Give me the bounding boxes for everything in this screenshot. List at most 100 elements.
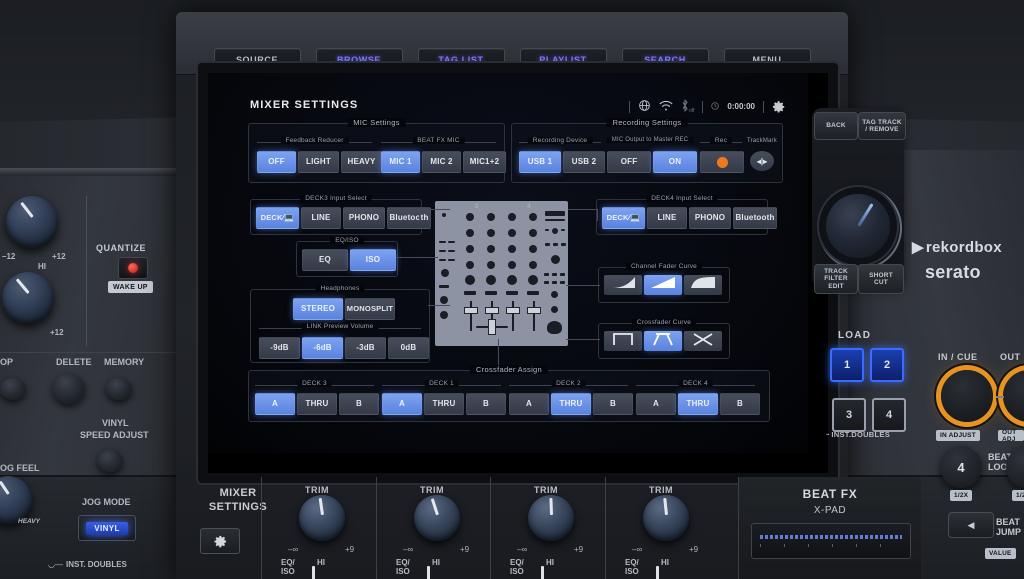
eq-knob-mid[interactable] <box>6 196 58 248</box>
quantize-button[interactable] <box>118 257 148 279</box>
channel-fader-curve-option-2[interactable] <box>684 275 722 295</box>
vinyl-mode-button[interactable]: VINYL <box>78 515 136 541</box>
link-preview-option--9db[interactable]: -9dB <box>259 337 300 359</box>
channel-fader-curve-option-1[interactable] <box>644 275 682 295</box>
eq-iso-option-iso[interactable]: ISO <box>350 249 396 271</box>
beat-fx-mic-buttons: MIC 1MIC 2MIC1+2 <box>381 151 506 173</box>
beat-jump-left-button[interactable]: ◀ <box>948 512 994 538</box>
rekordbox-label: rekordbox <box>926 239 1002 256</box>
inst-doubles-label: INST. DOUBLES <box>66 560 127 569</box>
rotary-selector-knob[interactable] <box>826 194 890 258</box>
crossfader-assign-deck-4: DECK 4ATHRUB <box>636 385 755 415</box>
recording-device-option-usb-1[interactable]: USB 1 <box>519 151 561 173</box>
hi-fader-3[interactable] <box>541 566 544 579</box>
deck3-input-option-bluetooth[interactable]: Bluetooth <box>387 207 431 229</box>
mixer-settings-button[interactable] <box>200 528 240 554</box>
beat-loop-knob[interactable]: 4 <box>940 446 982 488</box>
deck3-input-option-phono[interactable]: PHONO <box>343 207 385 229</box>
crossfader-assign-deck-1: DECK 1ATHRUB <box>382 385 501 415</box>
load-button-1[interactable]: 1 <box>830 348 864 382</box>
link-preview-option--3db[interactable]: -3dB <box>345 337 386 359</box>
link-preview-option-0db[interactable]: 0dB <box>388 337 429 359</box>
deck-label: DECK 3 <box>297 380 332 387</box>
xf-deck-3-b[interactable]: B <box>339 393 379 415</box>
link-preview-option--6db[interactable]: -6dB <box>302 337 343 359</box>
gear-icon[interactable] <box>772 100 786 114</box>
eq-knob-hi[interactable] <box>2 272 54 324</box>
crossfader-curve-option-1[interactable] <box>644 331 682 351</box>
load-button-4[interactable]: 4 <box>872 398 906 432</box>
xf-deck-2-thru[interactable]: THRU <box>551 393 591 415</box>
hi-fader-2[interactable] <box>427 566 430 579</box>
trim-knob-2[interactable] <box>414 495 460 541</box>
mic-output-option-off[interactable]: OFF <box>607 151 651 173</box>
load-button-2[interactable]: 2 <box>870 348 904 382</box>
hi-fader-1[interactable] <box>312 566 315 579</box>
xf-deck-3-a[interactable]: A <box>255 393 295 415</box>
short-cut-button[interactable]: SHORT CUT <box>858 264 904 294</box>
xf-deck-1-b[interactable]: B <box>466 393 506 415</box>
deck-label: DECK 1 <box>424 380 459 387</box>
deck4-input-option-line[interactable]: LINE <box>647 207 687 229</box>
trim-knob-4[interactable] <box>643 495 689 541</box>
deck3-buttons: DECK⁄💻LINEPHONOBluetooth <box>256 207 431 229</box>
link-preview-label: LINK Preview Volume <box>302 323 379 330</box>
xf-deck-4-thru[interactable]: THRU <box>678 393 718 415</box>
loop-button[interactable] <box>0 378 26 400</box>
tag-track-remove-button[interactable]: TAG TRACK / REMOVE <box>858 112 906 140</box>
crossfader-curve-option-2[interactable] <box>684 331 722 351</box>
xf-deck-1-thru[interactable]: THRU <box>424 393 464 415</box>
recording-device-option-usb-2[interactable]: USB 2 <box>563 151 605 173</box>
panel-divider <box>86 196 87 346</box>
load-button-3[interactable]: 3 <box>832 398 866 432</box>
hi-fader-4[interactable] <box>656 566 659 579</box>
loop-label: OP <box>0 357 13 367</box>
x-pad-touchstrip[interactable] <box>751 523 911 559</box>
inst-doubles-icon: ◡— <box>48 560 63 569</box>
eq-iso-option-eq[interactable]: EQ <box>302 249 348 271</box>
wake-up-label: WAKE UP <box>108 281 153 293</box>
trim-knob-3[interactable] <box>528 495 574 541</box>
deck4-input-option-phono[interactable]: PHONO <box>689 207 731 229</box>
deck4-input-option-bluetooth[interactable]: Bluetooth <box>733 207 777 229</box>
feedback-reducer-option-light[interactable]: LIGHT <box>298 151 339 173</box>
xf-deck-3-thru[interactable]: THRU <box>297 393 337 415</box>
beat-fx-mic-option-mic-1[interactable]: MIC 1 <box>381 151 420 173</box>
memory-button[interactable] <box>106 378 132 400</box>
in-cue-button[interactable] <box>941 370 993 422</box>
feedback-reducer-option-off[interactable]: OFF <box>257 151 296 173</box>
feedback-reducer-option-heavy[interactable]: HEAVY <box>341 151 382 173</box>
beat-fx-mic-option-mic-2[interactable]: MIC 2 <box>422 151 461 173</box>
rec-button[interactable] <box>700 151 744 173</box>
xf-deck-2-a[interactable]: A <box>509 393 549 415</box>
status-divider-3 <box>763 101 764 113</box>
trim-knob-1[interactable] <box>299 495 345 541</box>
xf-deck-4-a[interactable]: A <box>636 393 676 415</box>
back-button[interactable]: BACK <box>814 112 858 140</box>
xf-square-icon <box>612 332 634 351</box>
track-mark-button[interactable]: ◂|▸ <box>750 151 774 171</box>
deck3-input-option-line[interactable]: LINE <box>301 207 341 229</box>
xf-deck-1-a[interactable]: A <box>382 393 422 415</box>
wifi-icon <box>659 100 673 114</box>
deck4-input-option-deck[interactable]: DECK⁄💻 <box>602 207 645 229</box>
xf-deck-2-b[interactable]: B <box>593 393 633 415</box>
eq-iso-label-3: EQ/ISO <box>510 558 524 576</box>
beat-fx-section: BEAT FX X-PAD <box>738 477 921 579</box>
channel-fader-curve-option-0[interactable] <box>604 275 642 295</box>
deck3-input-option-deck[interactable]: DECK⁄💻 <box>256 207 299 229</box>
crossfader-curve-option-0[interactable] <box>604 331 642 351</box>
mic-output-option-on[interactable]: ON <box>653 151 697 173</box>
headphones-option-mono-split[interactable]: MONOSPLIT <box>345 298 395 320</box>
mixer-channel-3-label: 3 <box>475 204 478 210</box>
delete-button[interactable] <box>53 374 85 404</box>
beat-fx-mic-option-mic-1-2[interactable]: MIC1+2 <box>463 151 506 173</box>
vinyl-speed-adjust-button[interactable] <box>97 450 123 472</box>
headphones-option-stereo[interactable]: STEREO <box>293 298 343 320</box>
record-dot-icon <box>717 157 728 168</box>
xf-deck-4-b[interactable]: B <box>720 393 760 415</box>
panel-hr <box>0 352 182 353</box>
beat-jump-line-1: BEAT <box>996 517 1021 527</box>
crossfader-curve-buttons <box>604 331 722 351</box>
track-filter-edit-button[interactable]: TRACK FILTER EDIT <box>814 264 858 294</box>
